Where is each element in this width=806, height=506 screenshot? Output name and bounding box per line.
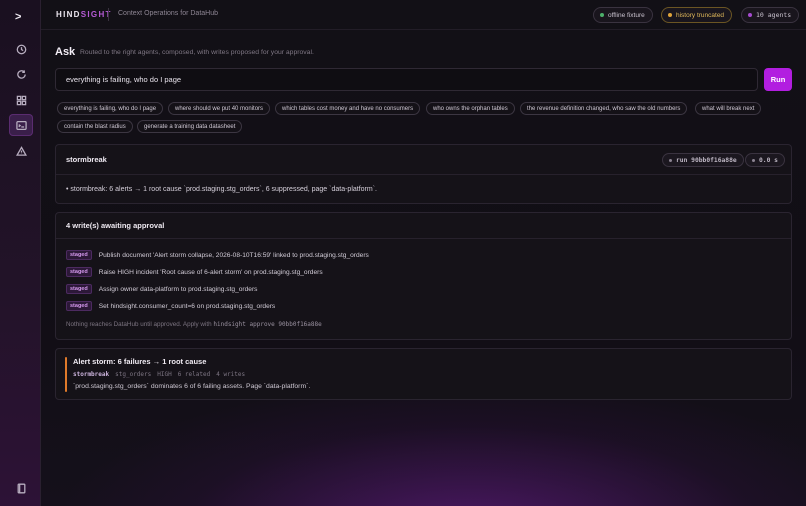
- approvals-card: 4 write(s) awaiting approval staged Publ…: [55, 212, 792, 340]
- suggestion-chip[interactable]: which tables cost money and have no cons…: [275, 102, 421, 115]
- alert-icon: [15, 145, 27, 156]
- top-bar: HINDSIGHT Context Operations for DataHub…: [41, 0, 806, 30]
- storm-meta-item: HIGH: [157, 371, 172, 378]
- staged-write-text: Raise HIGH incident 'Root cause of 6-ale…: [98, 268, 323, 276]
- suggestion-chip[interactable]: contain the blast radius: [57, 120, 133, 133]
- app-logo[interactable]: >: [15, 11, 21, 23]
- status-pill-history[interactable]: history truncated: [661, 7, 733, 23]
- storm-card[interactable]: Alert storm: 6 failures → 1 root cause s…: [55, 348, 792, 400]
- warning-dot-icon: [668, 13, 672, 17]
- brand-wordmark: HINDSIGHT: [56, 10, 112, 19]
- status-pill-label: 10 agents: [756, 11, 792, 19]
- staged-badge: staged: [66, 267, 92, 277]
- nav-terminal[interactable]: [9, 114, 33, 136]
- brand-main: HIND: [56, 10, 81, 19]
- storm-meta-item: stg_orders: [115, 371, 152, 378]
- staged-write-row[interactable]: staged Publish document 'Alert storm col…: [66, 250, 369, 260]
- app-root: > HINDSIGHT Context Operations for DataH…: [0, 0, 806, 506]
- book-icon: [17, 483, 25, 493]
- storm-owner: stormbreak: [73, 371, 110, 378]
- staged-write-text: Set hindsight.consumer_count=6 on prod.s…: [98, 302, 276, 310]
- terminal-icon: [15, 120, 27, 130]
- history-icon: [16, 44, 26, 54]
- staged-write-row[interactable]: staged Set hindsight.consumer_count=6 on…: [66, 301, 275, 311]
- brand-divider: [108, 8, 109, 21]
- agent-name: stormbreak: [66, 155, 107, 164]
- staged-badge: staged: [66, 250, 92, 260]
- severity-bar: [65, 357, 67, 392]
- approvals-body: staged Publish document 'Alert storm col…: [56, 239, 791, 340]
- page-title: Ask: [55, 46, 76, 58]
- suggestion-chip[interactable]: generate a training data datasheet: [137, 120, 243, 133]
- suggestion-chip[interactable]: the revenue definition changed, who saw …: [520, 102, 688, 115]
- result-card: stormbreak run 90bb0f16a88e 0.0 s • stor…: [55, 144, 792, 204]
- duration: 0.0 s: [759, 156, 778, 164]
- staged-badge: staged: [66, 284, 92, 294]
- agents-dot-icon: [748, 13, 752, 17]
- storm-meta: stormbreak stg_orders HIGH 6 related 4 w…: [73, 371, 245, 378]
- app-subtitle: Context Operations for DataHub: [118, 10, 218, 17]
- suggestion-chip[interactable]: who owns the orphan tables: [426, 102, 515, 115]
- nav-alerts[interactable]: [9, 140, 33, 162]
- result-card-header: stormbreak run 90bb0f16a88e 0.0 s: [56, 145, 791, 175]
- nav-history[interactable]: [9, 38, 33, 60]
- nav-grid[interactable]: [9, 89, 33, 111]
- run-dot-icon: [669, 158, 672, 162]
- suggestion-chip[interactable]: everything is failing, who do I page: [57, 102, 164, 115]
- staged-write-row[interactable]: staged Raise HIGH incident 'Root cause o…: [66, 267, 323, 277]
- status-pill-offline[interactable]: offline fixture: [593, 7, 653, 23]
- run-id-badge[interactable]: run 90bb0f16a88e: [662, 153, 744, 167]
- suggestion-chip[interactable]: what will break next: [695, 102, 762, 115]
- status-pill-agents[interactable]: 10 agents: [741, 7, 800, 23]
- result-summary: • stormbreak: 6 alerts → 1 root cause `p…: [66, 186, 377, 193]
- refresh-icon: [16, 69, 26, 79]
- grid-icon: [16, 95, 26, 105]
- run-id: run 90bb0f16a88e: [676, 156, 737, 164]
- approvals-header: 4 write(s) awaiting approval: [56, 213, 791, 239]
- nav-docs[interactable]: [9, 477, 33, 499]
- duration-badge: 0.0 s: [745, 153, 785, 167]
- nav-refresh[interactable]: [9, 63, 33, 85]
- storm-meta-item: 4 writes: [216, 371, 246, 378]
- staged-write-text: Publish document 'Alert storm collapse, …: [98, 251, 369, 259]
- staged-badge: staged: [66, 301, 92, 311]
- run-button[interactable]: Run: [764, 68, 792, 91]
- timer-dot-icon: [752, 158, 755, 162]
- status-pill-label: offline fixture: [608, 11, 645, 19]
- storm-title: Alert storm: 6 failures → 1 root cause: [73, 357, 207, 366]
- status-pill-label: history truncated: [676, 11, 725, 19]
- main-panel: HINDSIGHT Context Operations for DataHub…: [41, 0, 806, 506]
- result-card-body: • stormbreak: 6 alerts → 1 root cause `p…: [56, 175, 791, 204]
- ask-input[interactable]: [55, 68, 758, 91]
- storm-description: `prod.staging.stg_orders` dominates 6 of…: [73, 383, 311, 390]
- suggestion-chip[interactable]: where should we put 40 monitors: [168, 102, 271, 115]
- left-rail: >: [0, 0, 41, 506]
- storm-meta-item: 6 related: [177, 371, 211, 378]
- staged-write-row[interactable]: staged Assign owner data-platform to pro…: [66, 284, 257, 294]
- approval-note: Nothing reaches DataHub until approved. …: [66, 321, 322, 328]
- page-subtitle: Routed to the right agents, composed, wi…: [80, 49, 314, 56]
- approval-note-text: Nothing reaches DataHub until approved. …: [66, 321, 212, 328]
- status-dot-icon: [600, 13, 604, 17]
- staged-write-text: Assign owner data-platform to prod.stagi…: [98, 285, 258, 293]
- approve-command[interactable]: hindsight approve 90bb0f16a88e: [213, 321, 321, 328]
